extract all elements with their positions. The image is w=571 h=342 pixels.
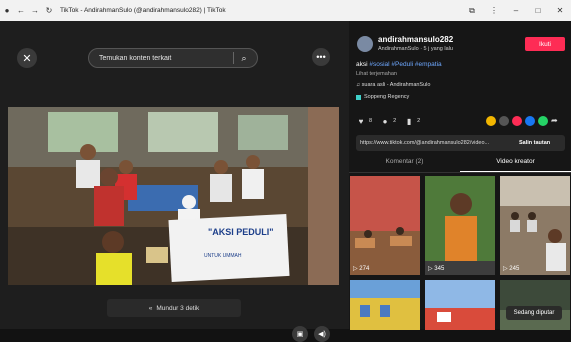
avatar[interactable] (357, 36, 373, 52)
menu-kebab-icon[interactable]: ⋮ (483, 6, 505, 15)
copy-link-button[interactable]: Salin tautan (519, 140, 550, 146)
caption-hashtags[interactable]: #sosial #Peduli #empatia (369, 61, 441, 68)
thumbnail-image (350, 176, 420, 275)
now-playing-badge: Sedang diputar (506, 306, 562, 320)
view-count: ▷ 245 (503, 266, 520, 272)
reload-icon[interactable]: ↻ (42, 0, 56, 21)
share-whatsapp-icon[interactable] (538, 116, 548, 126)
like-button[interactable]: ♥ 8 (356, 116, 372, 126)
share-facebook-icon[interactable] (525, 116, 535, 126)
picture-in-picture-button[interactable]: ▣ (292, 326, 308, 342)
translate-link[interactable]: Lihat terjemahan (356, 71, 397, 77)
heart-icon: ♥ (358, 116, 364, 126)
like-count: 8 (369, 118, 373, 124)
video-frame[interactable]: "AKSI PEDULI" UNTUK UMMAH (8, 107, 339, 285)
share-embed-icon[interactable] (486, 116, 496, 126)
volume-icon: ◀) (318, 331, 326, 338)
video-url: https://www.tiktok.com/@andirahmansulo28… (360, 140, 490, 146)
thumbnail-image (350, 280, 420, 330)
share-buttons: ➦ (486, 116, 561, 126)
search-bar[interactable]: ⌕ (88, 48, 258, 68)
copy-link-bar: https://www.tiktok.com/@andirahmansulo28… (356, 135, 565, 151)
rewind-button[interactable]: « Mundur 3 detik (107, 299, 241, 317)
location-label: Soppeng Regency (364, 94, 410, 100)
window-title: TikTok - AndirahmanSulo (@andirahmansulo… (60, 7, 226, 14)
app-icon: ● (4, 6, 10, 15)
action-bar: ♥ 8 ● 2 ▮ 2 (356, 116, 428, 126)
location-tag[interactable]: Soppeng Regency (356, 94, 409, 100)
video-thumbnail[interactable] (350, 280, 420, 330)
video-thumbnail[interactable] (500, 280, 570, 330)
banner-subtitle: UNTUK UMMAH (204, 253, 242, 259)
browser-titlebar: ● ← → ↻ TikTok - AndirahmanSulo (@andira… (0, 0, 571, 21)
video-thumbnail[interactable] (425, 280, 495, 330)
thumbnail-image (500, 280, 570, 330)
view-count: ▷ 345 (428, 266, 445, 272)
video-caption: aksi #sosial #Peduli #empatia (356, 61, 442, 68)
comment-count: 2 (393, 118, 397, 124)
location-icon (356, 94, 361, 100)
back-arrow-icon[interactable]: ← (14, 0, 28, 21)
share-more-icon[interactable]: ➦ (551, 116, 561, 126)
search-icon[interactable]: ⌕ (234, 53, 254, 64)
search-input[interactable] (97, 53, 233, 63)
banner-title: "AKSI PEDULI" (208, 227, 274, 237)
bookmark-icon: ▮ (406, 116, 412, 126)
video-player: ✕ ⌕ ••• (0, 21, 349, 342)
author-subline: AndirahmanSulo · 5 j yang lalu (378, 46, 453, 52)
video-thumbnail[interactable]: ▷ 345 (425, 176, 495, 275)
maximize-button[interactable]: □ (527, 6, 549, 15)
thumbnail-image (425, 176, 495, 275)
rewind-label: Mundur 3 detik (156, 304, 200, 312)
details-panel: andirahmansulo282 AndirahmanSulo · 5 j y… (349, 21, 571, 330)
sound-link[interactable]: ♫ suara asli - AndirahmanSulo (356, 82, 430, 88)
video-scene: "AKSI PEDULI" UNTUK UMMAH (8, 107, 339, 285)
rewind-icon: « (148, 304, 153, 312)
tab-comments[interactable]: Komentar (2) (349, 158, 460, 172)
share-tiktok-icon[interactable] (512, 116, 522, 126)
author-username[interactable]: andirahmansulo282 (378, 35, 453, 44)
tab-creator-videos[interactable]: Video kreator (460, 158, 571, 172)
view-count: ▷ 274 (353, 266, 370, 272)
comment-button[interactable]: ● 2 (380, 116, 396, 126)
volume-button[interactable]: ◀) (314, 326, 330, 342)
caption-text: aksi (356, 61, 368, 68)
forward-arrow-icon[interactable]: → (28, 0, 42, 21)
follow-button[interactable]: Ikuti (525, 37, 565, 51)
comment-icon: ● (382, 116, 388, 126)
more-options-button[interactable]: ••• (312, 48, 330, 66)
save-button[interactable]: ▮ 2 (404, 116, 420, 126)
window-close-button[interactable]: ✕ (549, 6, 571, 15)
share-friends-icon[interactable] (499, 116, 509, 126)
thumbnail-image (425, 280, 495, 330)
close-icon: ✕ (22, 52, 32, 65)
extensions-icon[interactable]: ⧉ (461, 6, 483, 16)
panel-tabs: Komentar (2) Video kreator (349, 158, 571, 173)
pip-icon: ▣ (296, 331, 304, 338)
thumbnail-image (500, 176, 570, 275)
save-count: 2 (417, 118, 421, 124)
video-thumbnail[interactable]: ▷ 274 (350, 176, 420, 275)
minimize-button[interactable]: – (505, 6, 527, 15)
close-player-button[interactable]: ✕ (17, 48, 37, 68)
video-thumbnail[interactable]: ▷ 245 (500, 176, 570, 275)
